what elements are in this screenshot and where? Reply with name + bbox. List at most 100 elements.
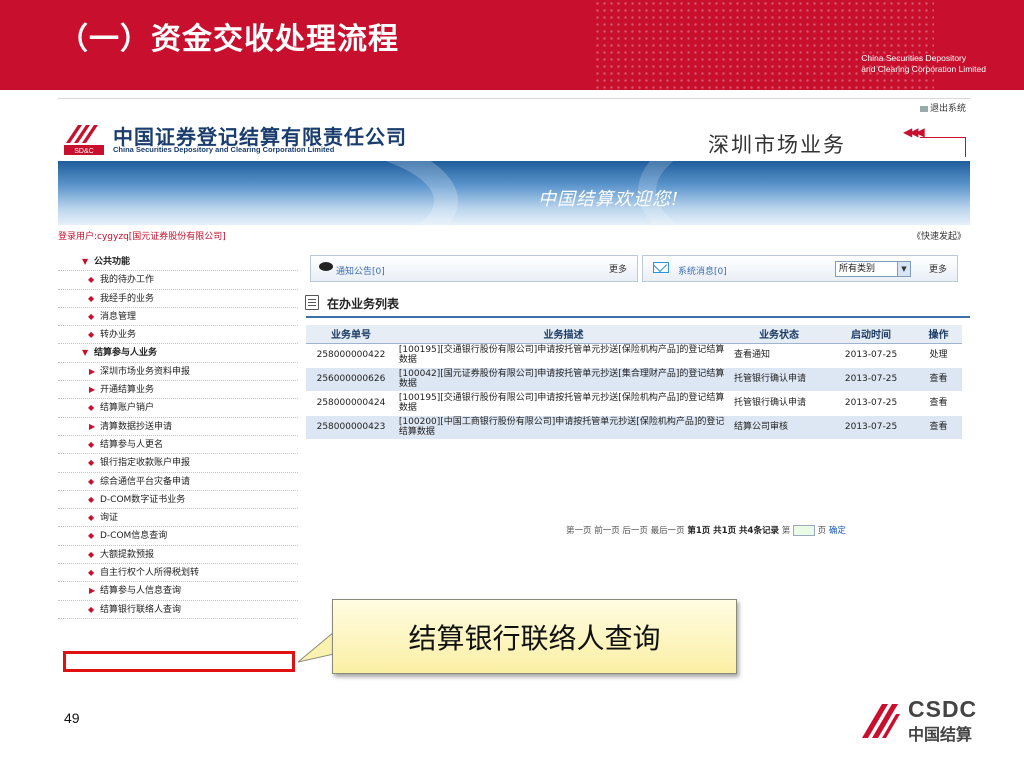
bullet-icon: ◆: [88, 275, 95, 285]
column-header: 启动时间: [827, 325, 915, 344]
sidebar-item[interactable]: ▶ 结算参与人信息查询: [58, 582, 298, 601]
sidebar-item-label: 我的待办工作: [100, 275, 155, 286]
table-row: 258000000424 [100195][交通银行股份有限公司]申请按托管单元抄…: [306, 391, 962, 416]
table-cell: 查看通知: [731, 343, 828, 368]
bullet-icon: ◆: [88, 458, 95, 468]
bullet-icon: ◆: [88, 531, 95, 541]
sidebar-item[interactable]: ▼ 公共功能: [58, 253, 298, 272]
table-row: 258000000422 [100195][交通银行股份有限公司]申请按托管单元抄…: [306, 343, 962, 368]
sidebar-item[interactable]: ◆ 结算参与人更名: [58, 436, 298, 455]
sidebar-item[interactable]: ▶ 深圳市场业务资料申报: [58, 363, 298, 382]
arrow-right-icon: ▶: [89, 586, 96, 596]
bullet-icon: ◆: [88, 568, 95, 578]
notice-link[interactable]: 通知公告[0]: [336, 264, 385, 277]
callout-box: 结算银行联络人查询: [332, 599, 737, 674]
sidebar-item[interactable]: ◆ 银行指定收款账户申报: [58, 454, 298, 473]
table-cell: [100200][中国工商银行股份有限公司]申请按托管单元抄送[保险机构产品]的…: [395, 415, 732, 440]
row-action-link[interactable]: 查看: [914, 415, 962, 440]
sidebar-item[interactable]: ◆ 结算账户销户: [58, 399, 298, 418]
sidebar-item-label: 大额提款预报: [100, 549, 155, 560]
logout-link[interactable]: 退出系统: [919, 101, 966, 114]
table-cell: 2013-07-25: [827, 367, 915, 392]
category-select-value: 所有类别: [839, 264, 876, 274]
sidebar-item-label: 综合通信平台灾备申请: [100, 476, 191, 487]
sidebar-item-label: 结算参与人信息查询: [100, 586, 182, 597]
login-user: 登录用户:cygyzq[国元证券股份有限公司]: [58, 232, 226, 242]
category-select[interactable]: 所有类别 ▼: [835, 261, 911, 277]
sidebar-item-label: 我经手的业务: [100, 293, 155, 304]
sidebar-item[interactable]: ◆ 我的待办工作: [58, 271, 298, 290]
column-header: 业务单号: [306, 325, 396, 344]
logout-label: 退出系统: [929, 104, 966, 114]
table-cell: 2013-07-25: [827, 343, 915, 368]
sidebar-item[interactable]: ◆ 综合通信平台灾备申请: [58, 473, 298, 491]
row-action-link[interactable]: 处理: [914, 343, 962, 368]
sidebar-item[interactable]: ◆ 我经手的业务: [58, 290, 298, 308]
table-cell: 2013-07-25: [827, 391, 915, 416]
list-title-text: 在办业务列表: [327, 297, 400, 311]
table-cell: [100195][交通银行股份有限公司]申请按托管单元抄送[保险机构产品]的登记…: [395, 391, 732, 416]
list-title-rule: [306, 316, 970, 318]
sidebar-item-label: 银行指定收款账户申报: [100, 458, 191, 469]
app-screenshot: 退出系统 SD&C 中国证券登记结算有限责任公司 China Securitie…: [58, 98, 970, 678]
arrow-right-icon: ▶: [89, 421, 96, 431]
notice-more-link[interactable]: 更多: [609, 262, 627, 275]
column-header: 操作: [914, 325, 962, 344]
market-title: 深圳市场业务: [708, 133, 846, 157]
sidebar-item[interactable]: ◆ D-COM信息查询: [58, 527, 298, 546]
sidebar-item-label: 自主行权个人所得税划转: [100, 568, 200, 579]
sidebar-item-label: 结算银行联络人查询: [100, 604, 182, 615]
sidebar-item[interactable]: ◆ 大额提款预报: [58, 546, 298, 565]
pager-confirm-button[interactable]: 确定: [829, 526, 846, 536]
welcome-banner: 中国结算欢迎您!: [58, 161, 970, 225]
notice-icon: [319, 262, 333, 271]
csdc-logo-cn: 中国结算: [908, 725, 973, 744]
header-company-en: China Securities Depository and Clearing…: [861, 53, 986, 75]
callout-text: 结算银行联络人查询: [408, 621, 661, 655]
sidebar-item-label: 开通结算业务: [100, 385, 155, 396]
row-action-link[interactable]: 查看: [914, 391, 962, 416]
sidebar-item-label: 结算参与人业务: [94, 348, 158, 359]
system-message-link[interactable]: 系统消息[0]: [678, 264, 727, 277]
bullet-icon: ◆: [88, 403, 95, 413]
header-dot-pattern: [594, 0, 934, 90]
sidebar-item[interactable]: ◆ 消息管理: [58, 308, 298, 327]
pagination: 第一页 前一页 后一页 最后一页 第1页 共1页 共4条记录 第 页 确定: [566, 524, 846, 536]
page-number-input[interactable]: [792, 525, 815, 536]
sidebar-item[interactable]: ◆ 自主行权个人所得税划转: [58, 564, 298, 583]
sidebar-menu: ▼ 公共功能 ◆ 我的待办工作 ◆ 我经手的业务 ◆ 消息管理 ◆ 转办业务 ▼ 结算参与人业务 ▶ 深圳…: [58, 253, 298, 619]
quick-start-link[interactable]: 《快速发起》: [912, 229, 966, 242]
table-cell: [100042][国元证券股份有限公司]申请按托管单元抄送[集合理财产品]的登记…: [395, 367, 732, 392]
page-number: 49: [64, 710, 80, 726]
sidebar-item-label: 清算数据抄送申请: [100, 421, 173, 432]
sidebar-item[interactable]: ▶ 开通结算业务: [58, 381, 298, 400]
sidebar-item[interactable]: ◆ 结算银行联络人查询: [58, 601, 298, 619]
sidebar-item-label: 结算账户销户: [100, 403, 155, 414]
market-decor-line: [920, 137, 966, 157]
pager-goto-label: 第: [781, 526, 791, 536]
slide: （一）资金交收处理流程 China Securities Depository …: [0, 0, 1024, 768]
list-title: 在办业务列表: [307, 295, 399, 312]
sidebar-item[interactable]: ◆ D-COM数字证书业务: [58, 491, 298, 510]
row-action-link[interactable]: 查看: [914, 367, 962, 392]
sidebar-item[interactable]: ▶ 清算数据抄送申请: [58, 418, 298, 436]
arrow-right-icon: ▶: [89, 385, 96, 395]
bullet-icon: ◆: [88, 476, 95, 486]
table-row: 258000000423 [100200][中国工商银行股份有限公司]申请按托管单…: [306, 415, 962, 440]
system-more-link[interactable]: 更多: [929, 262, 947, 275]
slide-title: （一）资金交收处理流程: [58, 22, 399, 57]
bullet-icon: ◆: [88, 513, 95, 523]
logout-icon: [919, 105, 928, 112]
expand-icon: ▼: [82, 348, 89, 358]
sidebar-item[interactable]: ▼ 结算参与人业务: [58, 344, 298, 363]
sidebar-item-label: 结算参与人更名: [100, 439, 164, 450]
sidebar-item[interactable]: ◆ 转办业务: [58, 326, 298, 345]
pager-page-label: 页: [817, 526, 827, 536]
pager-nav-links[interactable]: 第一页 前一页 后一页 最后一页: [566, 526, 685, 536]
sdc-logo-icon: SD&C: [64, 123, 104, 155]
banner-arc: [58, 161, 458, 225]
sidebar-item[interactable]: ◆ 询证: [58, 509, 298, 528]
pager-info: 第1页 共1页 共4条记录: [687, 526, 779, 536]
table-body: 258000000422 [100195][交通银行股份有限公司]申请按托管单元抄…: [306, 343, 962, 440]
arrow-right-icon: ▶: [89, 366, 96, 376]
